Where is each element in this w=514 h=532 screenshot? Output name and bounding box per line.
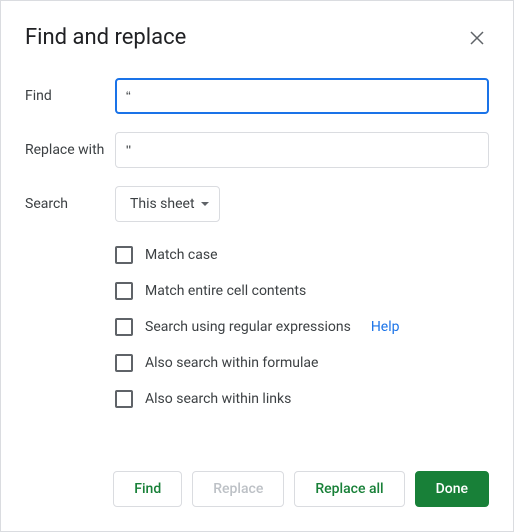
formulae-label: Also search within formulae	[145, 355, 318, 371]
search-label: Search	[25, 196, 115, 212]
match-entire-label: Match entire cell contents	[145, 283, 306, 299]
links-row: Also search within links	[115, 390, 489, 408]
button-row: Find Replace Replace all Done	[113, 471, 489, 507]
find-replace-dialog: Find and replace Find Replace with Searc…	[0, 0, 514, 532]
regex-row: Search using regular expressions Help	[115, 318, 489, 336]
dialog-header: Find and replace	[25, 25, 489, 50]
options-group: Match case Match entire cell contents Se…	[115, 246, 489, 408]
close-icon	[470, 31, 484, 45]
replace-input[interactable]	[115, 132, 489, 168]
dialog-title: Find and replace	[25, 25, 186, 50]
formulae-row: Also search within formulae	[115, 354, 489, 372]
close-button[interactable]	[465, 26, 489, 50]
links-label: Also search within links	[145, 391, 291, 407]
regex-help-link[interactable]: Help	[371, 319, 400, 335]
search-scope-dropdown[interactable]: This sheet	[115, 186, 220, 222]
replace-all-button[interactable]: Replace all	[294, 471, 404, 507]
regex-checkbox[interactable]	[115, 318, 133, 336]
regex-label: Search using regular expressions	[145, 319, 351, 335]
match-entire-row: Match entire cell contents	[115, 282, 489, 300]
search-scope-value: This sheet	[130, 196, 195, 212]
replace-label: Replace with	[25, 142, 115, 158]
match-entire-checkbox[interactable]	[115, 282, 133, 300]
replace-button[interactable]: Replace	[192, 471, 284, 507]
search-row: Search This sheet	[25, 186, 489, 222]
formulae-checkbox[interactable]	[115, 354, 133, 372]
chevron-down-icon	[201, 202, 209, 206]
find-label: Find	[25, 88, 115, 104]
done-button[interactable]: Done	[415, 471, 489, 507]
find-row: Find	[25, 78, 489, 114]
match-case-row: Match case	[115, 246, 489, 264]
find-button[interactable]: Find	[113, 471, 182, 507]
links-checkbox[interactable]	[115, 390, 133, 408]
match-case-checkbox[interactable]	[115, 246, 133, 264]
match-case-label: Match case	[145, 247, 218, 263]
find-input[interactable]	[115, 78, 489, 114]
replace-row: Replace with	[25, 132, 489, 168]
